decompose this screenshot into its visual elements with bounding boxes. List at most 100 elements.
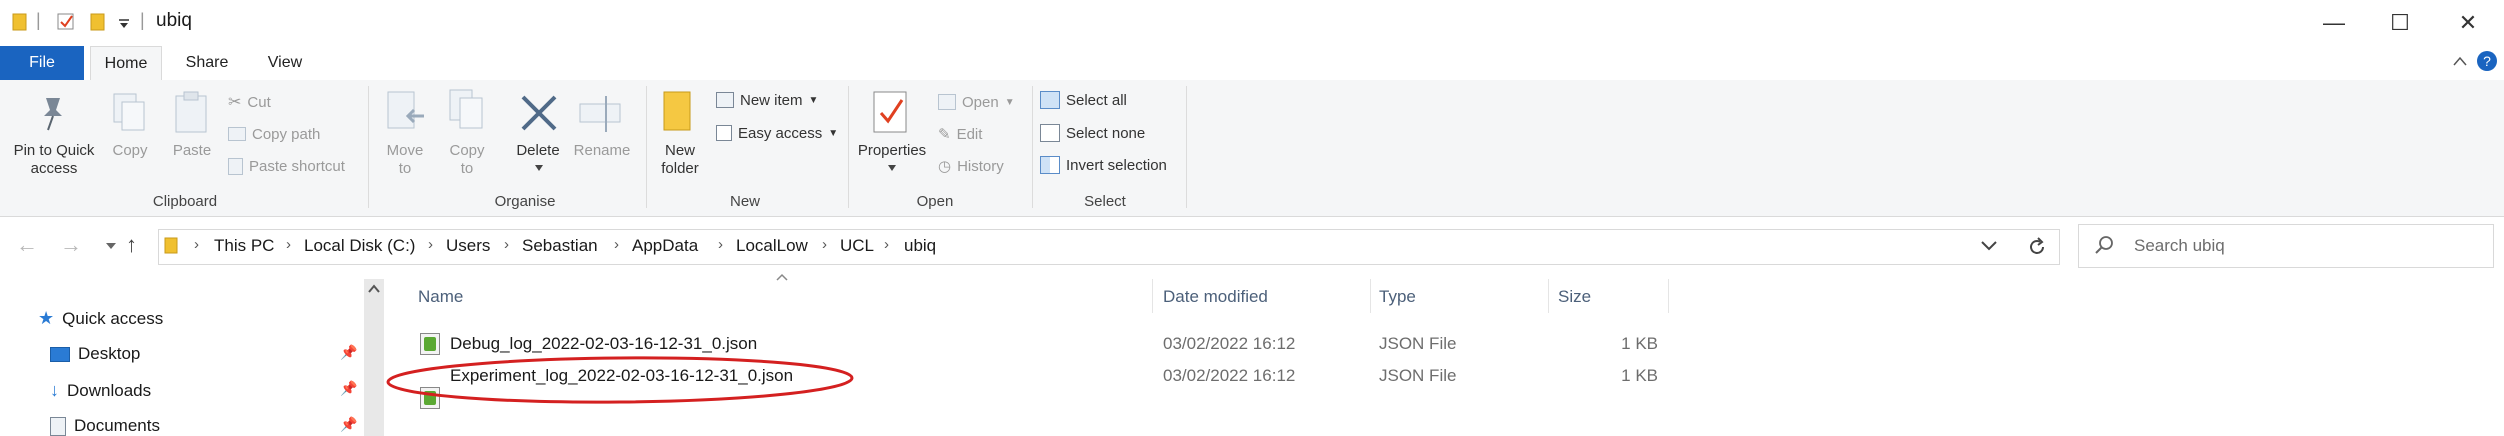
column-header-name[interactable]: Name	[418, 287, 463, 307]
pin-to-quick-access-button[interactable]: Pin to Quick access	[6, 142, 102, 178]
breadcrumb-separator-icon[interactable]: ›	[822, 236, 827, 253]
breadcrumb-separator-icon[interactable]: ›	[194, 236, 199, 253]
breadcrumb-separator-icon[interactable]: ›	[428, 236, 433, 253]
history-button[interactable]: ◷ History	[938, 152, 1004, 180]
pin-icon[interactable]: 📌	[340, 416, 357, 433]
refresh-icon[interactable]	[2026, 236, 2048, 258]
breadcrumb-separator-icon[interactable]: ›	[614, 236, 619, 253]
dropdown-arrow-icon: ▼	[808, 94, 819, 106]
column-header-size[interactable]: Size	[1558, 287, 1591, 307]
easy-access-button[interactable]: Easy access ▼	[716, 119, 838, 147]
column-divider[interactable]	[1152, 279, 1153, 313]
cut-button[interactable]: ✂ Cut	[228, 88, 271, 116]
breadcrumb-appdata[interactable]: AppData	[632, 236, 698, 256]
breadcrumb-this-pc[interactable]: This PC	[214, 236, 274, 256]
column-divider[interactable]	[1668, 279, 1669, 313]
forward-button[interactable]: →	[60, 232, 82, 258]
group-divider	[848, 86, 849, 208]
nav-item-label: Downloads	[67, 380, 152, 400]
open-button[interactable]: Open ▼	[938, 88, 1015, 116]
delete-button[interactable]: Delete	[508, 142, 568, 160]
title-bar	[0, 0, 2504, 46]
tab-home[interactable]: Home	[90, 46, 162, 82]
pin-icon[interactable]: 📌	[340, 344, 357, 361]
properties-icon	[873, 91, 907, 133]
recent-locations-icon[interactable]	[104, 240, 118, 252]
sort-ascending-icon	[776, 273, 788, 281]
properties-check-icon[interactable]	[56, 12, 76, 32]
tab-view[interactable]: View	[250, 46, 320, 80]
properties-button[interactable]: Properties	[852, 142, 932, 160]
breadcrumb-separator-icon[interactable]: ›	[286, 236, 291, 253]
invert-selection-label: Invert selection	[1066, 156, 1167, 174]
tab-share[interactable]: Share	[172, 46, 242, 80]
nav-item-documents[interactable]: Documents	[50, 416, 160, 436]
group-label-organise: Organise	[494, 193, 556, 210]
select-all-icon	[1040, 91, 1060, 109]
search-icon	[2095, 236, 2113, 254]
paste-button[interactable]: Paste	[164, 142, 220, 160]
up-button[interactable]: ↑	[126, 232, 137, 258]
dropdown-arrow-icon: ▼	[828, 127, 839, 139]
breadcrumb-separator-icon[interactable]: ›	[718, 236, 723, 253]
file-size: 1 KB	[1621, 366, 1658, 385]
breadcrumb-local-disk[interactable]: Local Disk (C:)	[304, 236, 415, 256]
nav-item-label: Desktop	[78, 344, 141, 363]
edit-button[interactable]: ✎ Edit	[938, 120, 982, 148]
rename-button[interactable]: Rename	[568, 142, 636, 160]
select-all-label: Select all	[1066, 91, 1127, 109]
breadcrumb-ucl[interactable]: UCL	[840, 236, 874, 256]
nav-item-label: Documents	[74, 416, 160, 435]
properties-dropdown-icon[interactable]	[852, 162, 932, 174]
select-none-label: Select none	[1066, 124, 1146, 142]
file-name[interactable]: Debug_log_2022-02-03-16-12-31_0.json	[450, 334, 757, 354]
pin-icon	[44, 98, 62, 131]
new-folder-button[interactable]: New folder	[650, 142, 710, 178]
ribbon-tab-bar	[0, 46, 2504, 81]
minimize-button[interactable]: —	[2298, 0, 2370, 46]
copy-path-button[interactable]: Copy path	[228, 120, 320, 148]
select-all-button[interactable]: Select all	[1040, 86, 1127, 114]
annotation-ellipse	[386, 356, 854, 404]
delete-icon	[521, 95, 557, 131]
breadcrumb-users[interactable]: Users	[446, 236, 490, 256]
maximize-button[interactable]: ☐	[2364, 0, 2436, 46]
new-folder-icon[interactable]	[90, 12, 106, 32]
breadcrumb-sebastian[interactable]: Sebastian	[522, 236, 598, 256]
copy-to-button[interactable]: Copy to	[440, 142, 494, 178]
paste-shortcut-icon	[228, 157, 243, 175]
select-none-button[interactable]: Select none	[1040, 119, 1145, 147]
breadcrumb-ubiq[interactable]: ubiq	[904, 236, 936, 256]
copy-path-label: Copy path	[252, 125, 321, 143]
cut-label: Cut	[247, 93, 271, 111]
pin-icon[interactable]: 📌	[340, 380, 357, 397]
nav-item-desktop[interactable]: Desktop	[50, 344, 140, 364]
breadcrumb-separator-icon[interactable]: ›	[884, 236, 889, 253]
nav-item-downloads[interactable]: ↓ Downloads	[50, 380, 151, 401]
column-header-date-modified[interactable]: Date modified	[1163, 287, 1268, 307]
close-button[interactable]: ✕	[2432, 0, 2504, 46]
column-divider[interactable]	[1370, 279, 1371, 313]
collapse-ribbon-icon[interactable]	[2452, 54, 2468, 68]
move-to-button[interactable]: Move to	[378, 142, 432, 178]
back-button[interactable]: ←	[16, 232, 38, 258]
scroll-up-icon[interactable]	[364, 282, 384, 296]
invert-selection-button[interactable]: Invert selection	[1040, 151, 1167, 179]
delete-dropdown-icon[interactable]	[508, 162, 570, 174]
help-icon[interactable]: ?	[2476, 50, 2498, 72]
nav-item-quick-access[interactable]: ★ Quick access	[38, 308, 163, 329]
customize-toolbar-icon[interactable]	[118, 18, 130, 30]
new-item-button[interactable]: New item ▼	[716, 86, 818, 114]
column-header-type[interactable]: Type	[1379, 287, 1416, 307]
breadcrumb-locallow[interactable]: LocalLow	[736, 236, 808, 256]
file-type: JSON File	[1379, 366, 1457, 385]
paste-shortcut-button[interactable]: Paste shortcut	[228, 152, 345, 180]
column-divider[interactable]	[1548, 279, 1549, 313]
dropdown-arrow-icon: ▼	[1004, 96, 1015, 108]
tab-file[interactable]: File	[0, 46, 84, 80]
address-bar[interactable]	[158, 229, 2060, 265]
folder-icon	[12, 13, 27, 31]
breadcrumb-separator-icon[interactable]: ›	[504, 236, 509, 253]
copy-button[interactable]: Copy	[104, 142, 156, 160]
address-dropdown-icon[interactable]	[1980, 240, 1998, 252]
